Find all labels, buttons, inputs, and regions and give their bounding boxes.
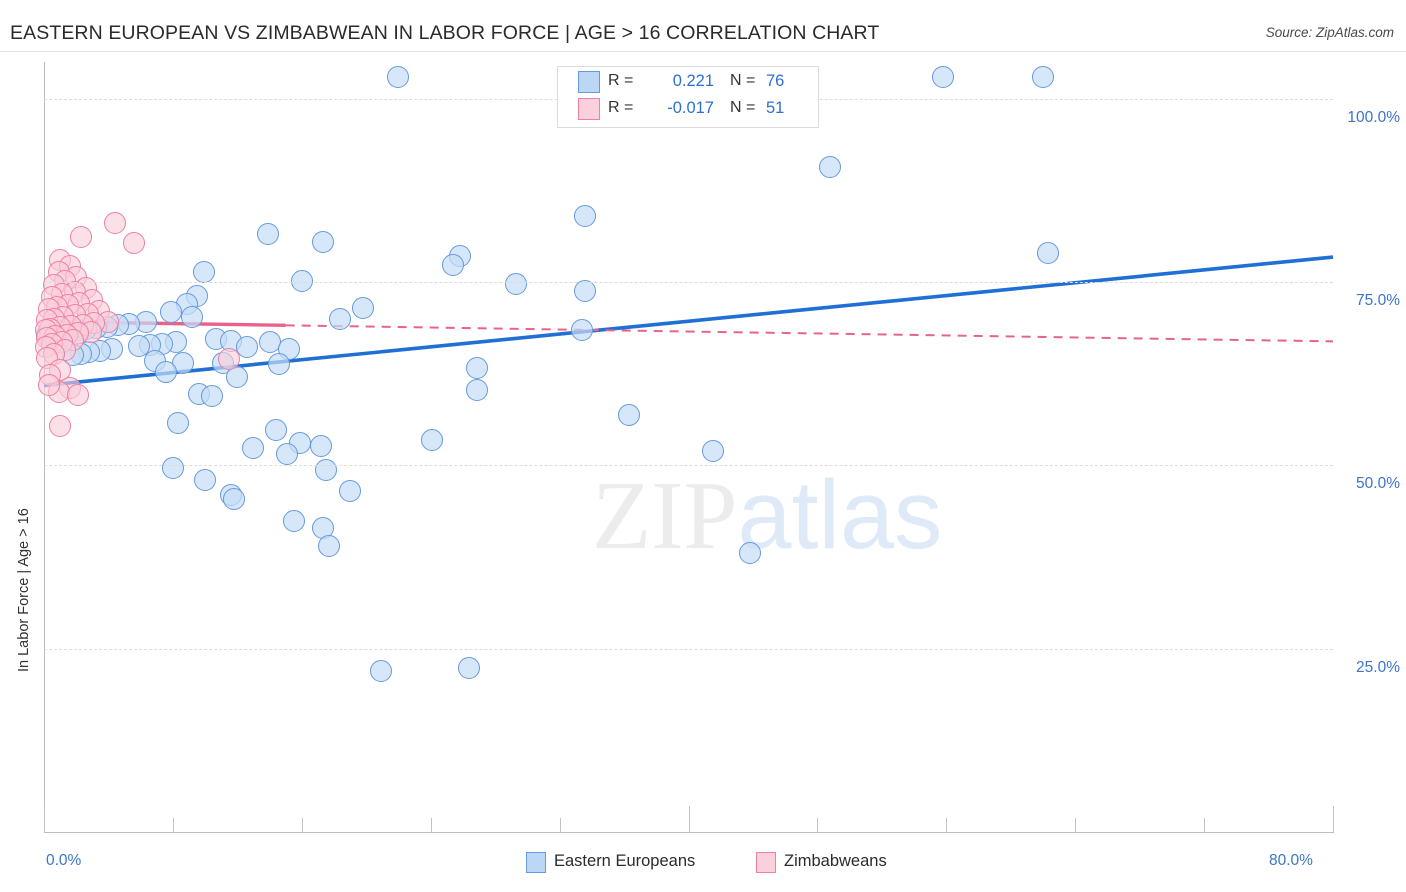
scatter-point [339, 480, 362, 502]
scatter-point [192, 261, 215, 284]
x-axis-tick [559, 818, 561, 832]
x-axis-tick [817, 818, 819, 832]
y-axis-tick-label: 100.0% [1347, 108, 1400, 126]
x-axis-tick [44, 806, 45, 832]
scatter-point [819, 155, 842, 178]
scatter-point [194, 469, 217, 491]
stats-n-value-0: 76 [766, 72, 785, 90]
legend-swatch-zimbabweans [756, 852, 776, 873]
x-axis-tick [1333, 806, 1334, 832]
scatter-point [932, 65, 955, 88]
x-axis-tick [172, 818, 174, 832]
trend-lines [43, 255, 1334, 388]
scatter-point [311, 231, 334, 254]
trend-line-zimbabweans-dashed [285, 324, 1334, 343]
scatter-point [161, 457, 184, 480]
stats-n-value-1: 51 [766, 99, 785, 117]
scatter-point [1031, 65, 1054, 88]
scatter-point [1036, 241, 1059, 264]
legend-label-eastern-europeans: Eastern Europeans [554, 852, 696, 870]
scatter-point [37, 373, 60, 396]
correlation-stats-box: R = 0.221 N = 76 R = -0.017 N = 51 [557, 66, 819, 128]
y-axis-title: In Labor Force | Age > 16 [16, 508, 32, 672]
scatter-point [290, 269, 313, 292]
scatter-point [738, 542, 761, 565]
x-axis-tick [1204, 818, 1206, 832]
source-attribution: Source: ZipAtlas.com [1265, 25, 1394, 40]
plot-area: ZIPatlas [34, 62, 1334, 832]
y-axis-tick-label: 50.0% [1356, 475, 1400, 493]
scatter-point [282, 510, 305, 533]
scatter-point [617, 403, 640, 426]
stats-n-label-1: N = [730, 99, 756, 116]
gridline-y [44, 282, 1333, 283]
stats-r-value-1: -0.017 [667, 99, 714, 117]
scatter-point [387, 65, 410, 88]
scatter-point [352, 296, 375, 319]
stats-swatch-zimbabweans [578, 98, 600, 120]
x-axis-tick [430, 818, 432, 832]
scatter-point [701, 439, 724, 462]
stats-r-value-0: 0.221 [672, 72, 714, 90]
scatter-point [200, 384, 223, 407]
stats-n-label-0: N = [730, 72, 756, 89]
y-axis-tick-label: 25.0% [1356, 658, 1400, 676]
stats-row-eastern-europeans: R = 0.221 N = 76 [558, 71, 820, 98]
scatter-point [166, 411, 189, 434]
series-legend: Eastern Europeans Zimbabweans [0, 850, 1406, 884]
y-axis-title-wrap: In Labor Force | Age > 16 [16, 340, 32, 672]
header-bar: EASTERN EUROPEAN VS ZIMBABWEAN IN LABOR … [0, 0, 1406, 52]
x-axis-tick [688, 806, 690, 832]
x-axis-tick [1075, 818, 1077, 832]
stats-swatch-eastern-europeans [578, 71, 600, 93]
y-axis-tick-label: 75.0% [1356, 292, 1400, 309]
scatter-point [421, 428, 444, 451]
stats-r-label-0: R = [608, 72, 634, 89]
x-axis-line [44, 832, 1334, 833]
scatter-point [369, 659, 392, 682]
page-title: EASTERN EUROPEAN VS ZIMBABWEAN IN LABOR … [10, 22, 880, 44]
stats-r-label-1: R = [608, 99, 634, 116]
x-axis-tick [301, 818, 303, 832]
stats-row-zimbabweans: R = -0.017 N = 51 [558, 98, 820, 125]
x-axis-tick [946, 818, 948, 832]
gridline-y [44, 648, 1333, 650]
legend-swatch-eastern-europeans [526, 852, 546, 873]
gridline-y [44, 465, 1333, 467]
scatter-point [265, 419, 288, 442]
scatter-point [66, 383, 89, 406]
legend-label-zimbabweans: Zimbabweans [784, 852, 887, 870]
